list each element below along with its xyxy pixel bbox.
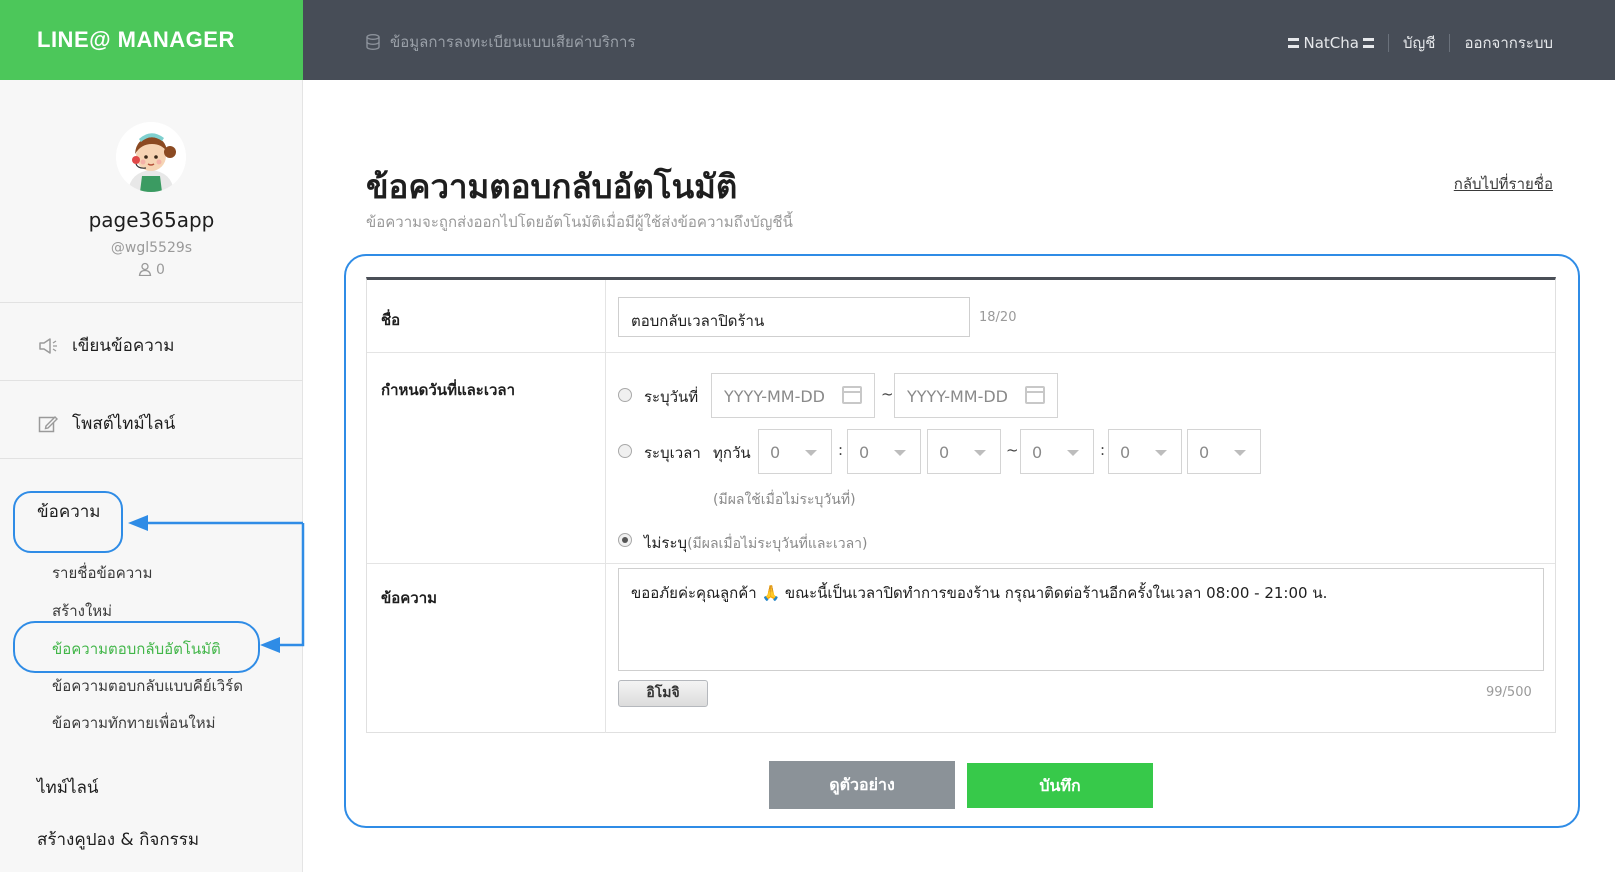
specify-time-label: ระบุเวลา [644, 444, 701, 462]
nav-divider [1387, 34, 1389, 52]
calendar-icon[interactable] [842, 386, 862, 404]
end-hour-select[interactable]: 0 [1020, 429, 1094, 474]
emoji-button[interactable]: อิโมจิ [618, 680, 708, 707]
name-input[interactable]: ตอบกลับเวลาปิดร้าน [618, 297, 970, 337]
end-date-placeholder: YYYY-MM-DD [907, 387, 1008, 406]
billing-link-label: ข้อมูลการลงทะเบียนแบบเสียค่าบริการ [390, 33, 636, 51]
sidebar-item-post-timeline[interactable]: โพสต์ไทม์ไลน์ [38, 410, 175, 437]
calendar-icon[interactable] [1025, 386, 1045, 404]
sidebar-item-write-message[interactable]: เขียนข้อความ [38, 332, 175, 359]
database-icon [366, 34, 380, 50]
time-range-separator: ~ [1006, 441, 1019, 459]
page-subtitle: ข้อความจะถูกส่งออกไปโดยอัตโนมัติเมื่อมีผ… [366, 213, 793, 231]
sidebar-item-coupons[interactable]: สร้างคูปอง & กิจกรรม [37, 826, 199, 853]
bar-right-icon [1362, 38, 1374, 48]
no-schedule-radio[interactable] [618, 533, 632, 547]
sidebar-item-timeline[interactable]: ไทม์ไลน์ [37, 774, 99, 801]
date-range-separator: ~ [881, 385, 894, 403]
end-second-value: 0 [1199, 443, 1210, 462]
form-column-divider [605, 280, 606, 733]
specify-date-radio[interactable] [618, 388, 632, 402]
sidebar-divider [0, 380, 303, 381]
form-row-divider [367, 352, 1555, 353]
sidebar-item-label: สร้างคูปอง & กิจกรรม [37, 830, 200, 850]
message-textarea[interactable]: ขออภัยค่ะคุณลูกค้า 🙏 ขณะนี้เป็นเวลาปิดทำ… [618, 568, 1544, 671]
sidebar-divider [0, 458, 303, 459]
sidebar-divider [0, 302, 303, 303]
start-second-value: 0 [939, 443, 950, 462]
account-name: page365app [88, 208, 215, 232]
chevron-down-icon [1155, 450, 1167, 456]
chevron-down-icon [1234, 450, 1246, 456]
every-day-label: ทุกวัน [713, 444, 751, 462]
chevron-down-icon [805, 450, 817, 456]
save-button[interactable]: บันทึก [967, 763, 1153, 808]
start-hour-select[interactable]: 0 [758, 429, 832, 474]
end-second-select[interactable]: 0 [1187, 429, 1261, 474]
chevron-down-icon [894, 450, 906, 456]
avatar [116, 122, 186, 192]
time-colon: : [838, 441, 844, 459]
no-schedule-hint: (มีผลเมื่อไม่ระบุวันที่และเวลา) [687, 536, 868, 552]
end-date-input[interactable]: YYYY-MM-DD [894, 373, 1058, 418]
message-label: ข้อความ [381, 589, 438, 607]
avatar-illustration-icon [116, 122, 186, 192]
account-link[interactable]: บัญชี [1403, 31, 1435, 55]
form-row-divider [367, 563, 1555, 564]
start-date-input[interactable]: YYYY-MM-DD [711, 373, 875, 418]
user-name: NatCha [1303, 34, 1359, 52]
end-minute-value: 0 [1120, 443, 1131, 462]
name-char-counter: 18/20 [979, 310, 1017, 325]
start-date-placeholder: YYYY-MM-DD [724, 387, 825, 406]
edit-icon [38, 414, 58, 434]
logout-link[interactable]: ออกจากระบบ [1464, 31, 1553, 55]
specify-date-label: ระบุวันที่ [644, 388, 699, 406]
brand-logo[interactable]: LINE@ MANAGER [0, 0, 303, 80]
top-bar: LINE@ MANAGER ข้อมูลการลงทะเบียนแบบเสียค… [0, 0, 1615, 80]
end-hour-value: 0 [1032, 443, 1043, 462]
chevron-down-icon [1067, 450, 1079, 456]
page-title: ข้อความตอบกลับอัตโนมัติ [366, 167, 738, 206]
billing-registration-link[interactable]: ข้อมูลการลงทะเบียนแบบเสียค่าบริการ [366, 30, 635, 54]
start-hour-value: 0 [770, 443, 781, 462]
bar-left-icon [1288, 38, 1300, 48]
friends-count-value: 0 [156, 262, 165, 278]
auto-reply-form: ชื่อ ตอบกลับเวลาปิดร้าน 18/20 กำหนดวันที… [366, 277, 1556, 733]
time-colon: : [1100, 441, 1106, 459]
start-minute-select[interactable]: 0 [847, 429, 921, 474]
account-id: @wgl5529s [110, 240, 193, 256]
schedule-label: กำหนดวันที่และเวลา [381, 381, 516, 399]
sidebar: page365app @wgl5529s 0 เขียนข้อความ โพสต… [0, 80, 303, 872]
sidebar-item-label: ไทม์ไลน์ [37, 778, 99, 798]
annotation-arrows [128, 515, 305, 653]
sidebar-item-create-new[interactable]: สร้างใหม่ [52, 599, 112, 623]
no-schedule-option: ไม่ระบุ(มีผลเมื่อไม่ระบุวันที่และเวลา) [644, 531, 868, 555]
start-minute-value: 0 [859, 443, 870, 462]
back-to-list-link[interactable]: กลับไปที่รายชื่อ [1454, 172, 1553, 196]
person-icon [138, 262, 152, 276]
nav-divider [1449, 34, 1451, 52]
time-hint: (มีผลใช้เมื่อไม่ระบุวันที่) [713, 492, 856, 508]
megaphone-icon [38, 337, 58, 355]
highlight-box-messages [13, 491, 123, 553]
user-menu[interactable]: NatCha [1288, 34, 1374, 52]
friends-count: 0 [0, 262, 303, 278]
sidebar-item-label: โพสต์ไทม์ไลน์ [72, 414, 176, 434]
chevron-down-icon [974, 450, 986, 456]
preview-button[interactable]: ดูตัวอย่าง [769, 761, 955, 809]
name-label: ชื่อ [381, 311, 401, 329]
sidebar-item-label: เขียนข้อความ [72, 336, 175, 356]
no-schedule-label: ไม่ระบุ [644, 534, 688, 552]
message-char-counter: 99/500 [1486, 685, 1532, 700]
specify-time-radio[interactable] [618, 444, 632, 458]
start-second-select[interactable]: 0 [927, 429, 1001, 474]
sidebar-item-greeting-message[interactable]: ข้อความทักทายเพื่อนใหม่ [52, 711, 215, 735]
sidebar-item-keyword-reply[interactable]: ข้อความตอบกลับแบบคีย์เวิร์ด [52, 674, 243, 698]
end-minute-select[interactable]: 0 [1108, 429, 1182, 474]
top-right-nav: NatCha บัญชี ออกจากระบบ [1288, 31, 1553, 55]
